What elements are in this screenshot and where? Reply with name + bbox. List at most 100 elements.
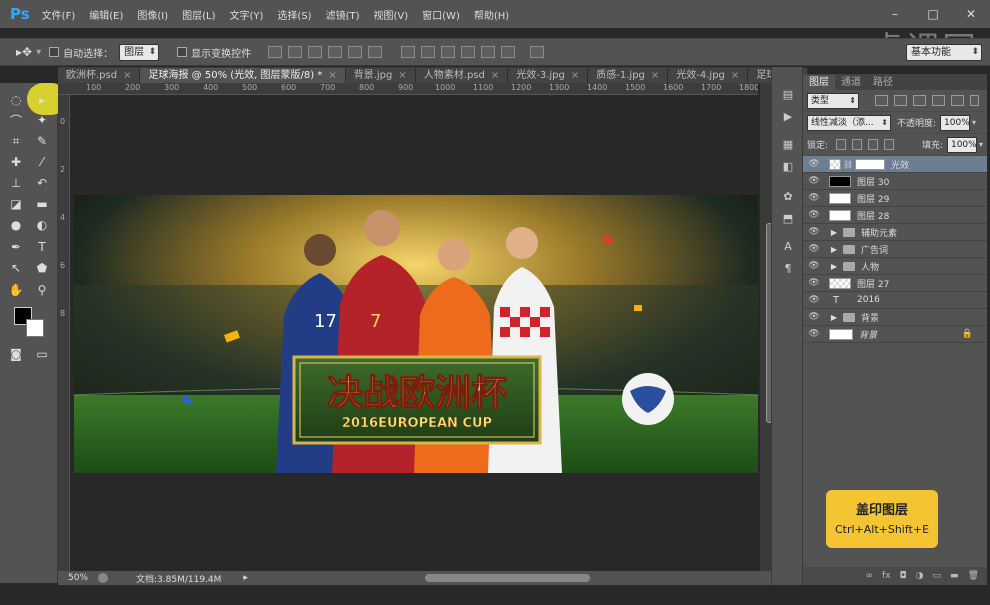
layer-group-people[interactable]: 👁 ▶ 人物 bbox=[803, 258, 987, 275]
quick-mask-icon[interactable]: ◙ bbox=[6, 345, 26, 363]
close-icon[interactable]: × bbox=[651, 70, 659, 81]
paths-icon[interactable]: ✿ bbox=[781, 189, 795, 203]
distribute-top-icon[interactable] bbox=[401, 46, 416, 58]
tab-layers[interactable]: 图层 bbox=[803, 75, 835, 90]
tab-football-poster[interactable]: 足球海报 @ 50% (光效, 图层蒙版/8) * × bbox=[140, 68, 346, 83]
healing-tool-icon[interactable]: ✚ bbox=[6, 153, 26, 171]
marquee-tool-icon[interactable]: ◌ bbox=[6, 91, 26, 109]
layer-row-light-effect[interactable]: 👁 ⛓ 光效 bbox=[803, 156, 987, 173]
gradient-tool-icon[interactable]: ▬ bbox=[32, 195, 52, 213]
clone-stamp-tool-icon[interactable]: ⊥ bbox=[6, 174, 26, 192]
crop-tool-icon[interactable]: ⌗ bbox=[6, 132, 26, 150]
filter-pixel-icon[interactable] bbox=[875, 95, 888, 106]
pen-tool-icon[interactable]: ✒ bbox=[6, 238, 26, 256]
layer-group-auxiliary[interactable]: 👁 ▶ 辅助元素 bbox=[803, 224, 987, 241]
menu-view[interactable]: 视图(V) bbox=[374, 7, 409, 22]
blur-tool-icon[interactable]: ● bbox=[6, 216, 26, 234]
align-left-icon[interactable] bbox=[328, 46, 343, 58]
distribute-left-icon[interactable] bbox=[461, 46, 476, 58]
status-info-icon[interactable] bbox=[98, 573, 109, 583]
menu-window[interactable]: 窗口(W) bbox=[422, 7, 460, 22]
filter-smart-icon[interactable] bbox=[951, 95, 964, 106]
fill-input[interactable]: 100% bbox=[946, 136, 977, 153]
align-bottom-icon[interactable] bbox=[308, 46, 323, 58]
dodge-tool-icon[interactable]: ◐ bbox=[32, 216, 52, 234]
fill-dropdown-icon[interactable]: ▾ bbox=[979, 140, 983, 149]
brush-tool-icon[interactable]: ⁄ bbox=[32, 153, 52, 171]
blend-mode-dropdown[interactable]: 线性减淡（添... bbox=[807, 114, 891, 131]
zoom-tool-icon[interactable]: ⚲ bbox=[32, 281, 52, 299]
eye-icon[interactable]: 👁 bbox=[803, 227, 825, 237]
auto-align-icon[interactable] bbox=[530, 46, 545, 58]
eye-icon[interactable]: 👁 bbox=[803, 312, 825, 322]
new-group-icon[interactable]: ▭ bbox=[933, 571, 942, 581]
menu-filter[interactable]: 滤镜(T) bbox=[326, 7, 360, 22]
add-mask-icon[interactable]: ◘ bbox=[900, 571, 907, 581]
eye-icon[interactable]: 👁 bbox=[803, 176, 825, 186]
expand-arrow-icon[interactable]: ▶ bbox=[829, 228, 839, 237]
workspace-dropdown[interactable]: 基本功能 bbox=[906, 44, 982, 61]
tab-people[interactable]: 人物素材.psd × bbox=[415, 68, 509, 83]
type-tool-icon[interactable]: T bbox=[32, 238, 52, 256]
layer-mask-thumbnail[interactable] bbox=[855, 158, 886, 170]
close-icon[interactable]: × bbox=[731, 70, 739, 81]
fx-icon[interactable]: fx bbox=[882, 571, 891, 581]
adjustment-layer-icon[interactable]: ◑ bbox=[916, 571, 924, 581]
eyedropper-tool-icon[interactable]: ✎ bbox=[32, 132, 52, 150]
eye-icon[interactable]: 👁 bbox=[803, 244, 825, 254]
paragraph-icon[interactable]: ¶ bbox=[781, 261, 795, 275]
lasso-tool-icon[interactable]: ⌒ bbox=[6, 111, 26, 129]
history-brush-tool-icon[interactable]: ↶ bbox=[32, 174, 52, 192]
layer-row-29[interactable]: 👁 图层 29 bbox=[803, 190, 987, 207]
eye-icon[interactable]: 👁 bbox=[803, 193, 825, 203]
tab-texture-1[interactable]: 质感-1.jpg × bbox=[588, 68, 669, 83]
layer-row-27[interactable]: 👁 图层 27 bbox=[803, 275, 987, 292]
magic-wand-tool-icon[interactable]: ✦ bbox=[32, 111, 52, 129]
poster-canvas[interactable]: 17 7 决战欧洲杯 2016EUROPEAN CUP bbox=[74, 195, 758, 473]
shape-tool-icon[interactable]: ⬟ bbox=[32, 259, 52, 277]
align-top-icon[interactable] bbox=[268, 46, 283, 58]
history-icon[interactable]: ▤ bbox=[781, 87, 795, 101]
move-tool-icon[interactable]: ▸✥ bbox=[16, 45, 32, 59]
new-layer-icon[interactable]: ▬ bbox=[950, 571, 959, 581]
tab-paths[interactable]: 路径 bbox=[867, 75, 899, 90]
horizontal-scrollbar-thumb[interactable] bbox=[425, 574, 590, 582]
tab-euro-cup[interactable]: 欧洲杯.psd × bbox=[58, 68, 141, 83]
menu-help[interactable]: 帮助(H) bbox=[474, 7, 509, 22]
eye-icon[interactable]: 👁 bbox=[803, 278, 825, 288]
actions-icon[interactable]: ▶ bbox=[781, 109, 795, 123]
brush-presets-icon[interactable]: ⬒ bbox=[781, 211, 795, 225]
eye-icon[interactable]: 👁 bbox=[803, 295, 825, 305]
filter-type-icon[interactable] bbox=[913, 95, 926, 106]
tab-background[interactable]: 背景.jpg × bbox=[345, 68, 416, 83]
distribute-right-icon[interactable] bbox=[501, 46, 516, 58]
trash-icon[interactable]: 🗑 bbox=[968, 571, 979, 581]
filter-toggle-icon[interactable] bbox=[970, 95, 979, 106]
link-icon[interactable]: ⛓ bbox=[843, 160, 853, 169]
layer-row-30[interactable]: 👁 图层 30 bbox=[803, 173, 987, 190]
move-tool-icon[interactable]: ▸ bbox=[32, 91, 52, 109]
tab-channels[interactable]: 通道 bbox=[835, 75, 867, 90]
path-selection-tool-icon[interactable]: ↖ bbox=[6, 259, 26, 277]
lock-pixels-icon[interactable] bbox=[852, 139, 863, 150]
tab-light-3[interactable]: 光效-3.jpg × bbox=[508, 68, 589, 83]
expand-arrow-icon[interactable]: ▶ bbox=[829, 245, 839, 254]
adjustments-icon[interactable]: ◧ bbox=[781, 159, 795, 173]
menu-layer[interactable]: 图层(L) bbox=[182, 7, 215, 22]
align-right-icon[interactable] bbox=[368, 46, 383, 58]
expand-arrow-icon[interactable]: ▶ bbox=[829, 313, 839, 322]
layer-row-text-2016[interactable]: 👁 T 2016 bbox=[803, 292, 987, 309]
link-layers-icon[interactable]: ∞ bbox=[866, 571, 874, 581]
layer-filter-dropdown[interactable]: 类型 bbox=[807, 92, 859, 109]
background-color-swatch[interactable] bbox=[26, 319, 44, 337]
expand-arrow-icon[interactable]: ▶ bbox=[829, 262, 839, 271]
filter-adjustment-icon[interactable] bbox=[894, 95, 907, 106]
lock-position-icon[interactable] bbox=[868, 139, 879, 150]
close-icon[interactable]: × bbox=[571, 70, 579, 81]
filter-shape-icon[interactable] bbox=[932, 95, 945, 106]
eye-icon[interactable]: 👁 bbox=[803, 210, 825, 220]
eye-icon[interactable]: 👁 bbox=[803, 261, 825, 271]
distribute-hcenter-icon[interactable] bbox=[481, 46, 496, 58]
align-vcenter-icon[interactable] bbox=[288, 46, 303, 58]
transform-controls-checkbox[interactable] bbox=[177, 47, 188, 57]
